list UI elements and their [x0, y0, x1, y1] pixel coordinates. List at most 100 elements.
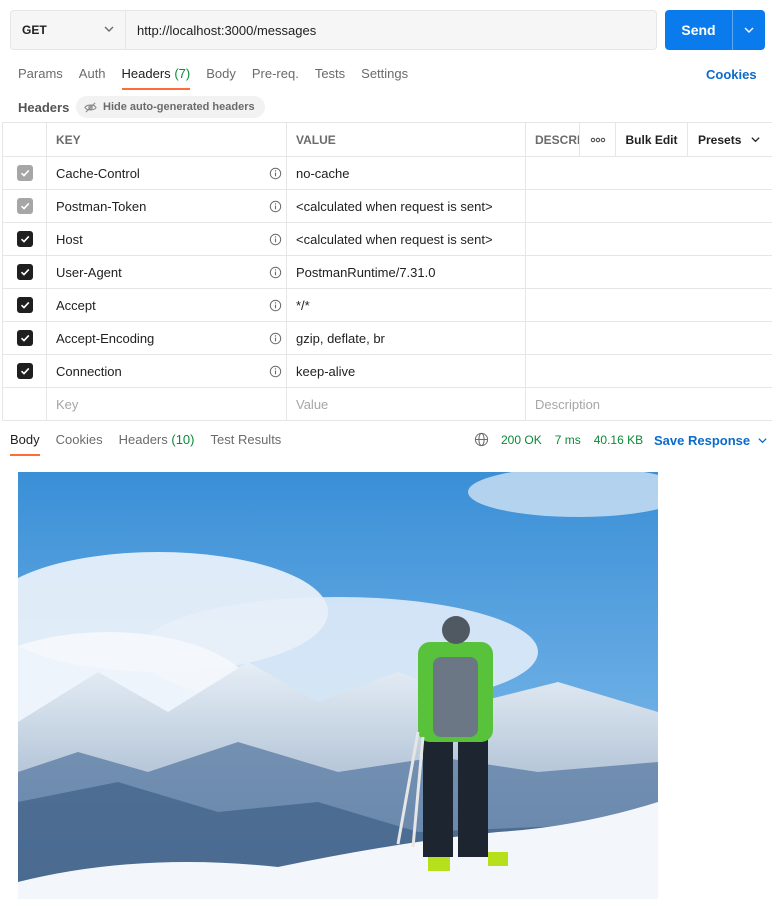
header-key: Connection [56, 363, 122, 379]
tab-auth[interactable]: Auth [79, 60, 106, 90]
header-key: Accept-Encoding [56, 330, 155, 346]
presets-dropdown[interactable]: Presets [688, 123, 771, 156]
header-value: PostmanRuntime/7.31.0 [287, 256, 526, 288]
method-select[interactable]: GET [11, 11, 126, 49]
header-key: Cache-Control [56, 165, 140, 181]
eye-off-icon [84, 101, 97, 113]
row-checkbox[interactable] [16, 165, 33, 181]
header-value: gzip, deflate, br [287, 322, 526, 354]
column-key: KEY [47, 123, 287, 156]
check-icon [20, 268, 29, 276]
chevron-down-icon [751, 137, 760, 143]
skier-on-mountain-image [18, 472, 658, 899]
header-key: Postman-Token [56, 198, 147, 214]
response-tab-headers[interactable]: Headers (10) [119, 426, 195, 456]
status-code[interactable]: 200 OK [501, 433, 542, 447]
check-icon [20, 169, 29, 177]
tab-settings[interactable]: Settings [361, 60, 408, 90]
row-checkbox[interactable] [16, 231, 33, 247]
row-checkbox[interactable] [16, 264, 33, 280]
header-description [526, 355, 771, 387]
check-icon [20, 301, 29, 309]
response-image [18, 472, 658, 899]
header-key: Accept [56, 297, 96, 313]
new-key-input[interactable]: Key [47, 388, 287, 420]
chevron-down-icon [744, 27, 754, 33]
hide-auto-headers-toggle[interactable]: Hide auto-generated headers [76, 96, 265, 118]
check-icon [20, 235, 29, 243]
info-icon[interactable] [269, 365, 282, 378]
response-tab-cookies[interactable]: Cookies [56, 426, 103, 456]
presets-label: Presets [698, 132, 742, 147]
new-description-input[interactable]: Description [526, 388, 771, 420]
save-response-button[interactable]: Save Response [654, 433, 768, 448]
table-header-row: KEY VALUE DESCRI Bulk Edit Presets [3, 123, 772, 157]
header-checkbox-column [3, 123, 47, 156]
table-row: Host <calculated when request is sent> [3, 223, 772, 256]
response-status-bar: 200 OK 7 ms 40.16 KB [474, 432, 656, 447]
response-tab-test-results[interactable]: Test Results [211, 426, 282, 456]
header-description [526, 256, 771, 288]
new-value-input[interactable]: Value [287, 388, 526, 420]
table-row: Accept-Encoding gzip, deflate, br [3, 322, 772, 355]
ellipsis-icon [590, 137, 605, 142]
chevron-down-icon [758, 438, 767, 444]
method-label: GET [22, 23, 47, 37]
table-row: Connection keep-alive [3, 355, 772, 388]
table-row: Cache-Control no-cache [3, 157, 772, 190]
header-value: keep-alive [287, 355, 526, 387]
check-icon [20, 367, 29, 375]
info-icon[interactable] [269, 332, 282, 345]
send-options-button[interactable] [732, 10, 765, 50]
info-icon[interactable] [269, 167, 282, 180]
globe-icon [474, 432, 489, 447]
response-headers-count: (10) [171, 432, 195, 447]
headers-section-title: Headers [18, 100, 70, 115]
row-checkbox[interactable] [16, 198, 33, 214]
header-description [526, 223, 771, 255]
header-description [526, 322, 771, 354]
tab-headers[interactable]: Headers (7) [121, 60, 191, 90]
info-icon[interactable] [269, 299, 282, 312]
info-icon[interactable] [269, 200, 282, 213]
tab-tests[interactable]: Tests [315, 60, 345, 90]
header-value: <calculated when request is sent> [287, 223, 526, 255]
url-input[interactable]: http://localhost:3000/messages [126, 11, 656, 49]
table-row: Postman-Token <calculated when request i… [3, 190, 772, 223]
header-description [526, 190, 771, 222]
header-value: no-cache [287, 157, 526, 189]
column-value: VALUE [287, 123, 526, 156]
send-button-group: Send [665, 10, 765, 50]
info-icon[interactable] [269, 266, 282, 279]
tab-body[interactable]: Body [206, 60, 236, 90]
header-description [526, 157, 771, 189]
check-icon [20, 202, 29, 210]
headers-table: KEY VALUE DESCRI Bulk Edit Presets Cache… [2, 122, 772, 421]
row-checkbox[interactable] [16, 297, 33, 313]
tab-pre-request[interactable]: Pre-req. [252, 60, 299, 90]
row-checkbox[interactable] [16, 363, 33, 379]
more-options-button[interactable] [580, 123, 616, 156]
header-key: Host [56, 231, 83, 247]
response-time[interactable]: 7 ms [555, 433, 581, 447]
info-icon[interactable] [269, 233, 282, 246]
response-tab-body[interactable]: Body [10, 426, 40, 456]
hide-auto-headers-label: Hide auto-generated headers [103, 101, 255, 113]
check-icon [20, 334, 29, 342]
request-tabs: Params Auth Headers (7) Body Pre-req. Te… [18, 60, 424, 90]
table-row: Accept */* [3, 289, 772, 322]
cookies-link[interactable]: Cookies [706, 67, 757, 82]
send-button[interactable]: Send [665, 10, 732, 50]
url-bar: GET http://localhost:3000/messages [10, 10, 657, 50]
table-row: User-Agent PostmanRuntime/7.31.0 [3, 256, 772, 289]
tab-params[interactable]: Params [18, 60, 63, 90]
header-description [526, 289, 771, 321]
bulk-edit-button[interactable]: Bulk Edit [616, 123, 688, 156]
response-tabs: Body Cookies Headers (10) Test Results [10, 426, 297, 456]
header-value: <calculated when request is sent> [287, 190, 526, 222]
response-size[interactable]: 40.16 KB [594, 433, 643, 447]
row-checkbox[interactable] [16, 330, 33, 346]
column-description: DESCRI [526, 123, 580, 156]
header-value: */* [287, 289, 526, 321]
headers-count-badge: (7) [174, 66, 191, 81]
